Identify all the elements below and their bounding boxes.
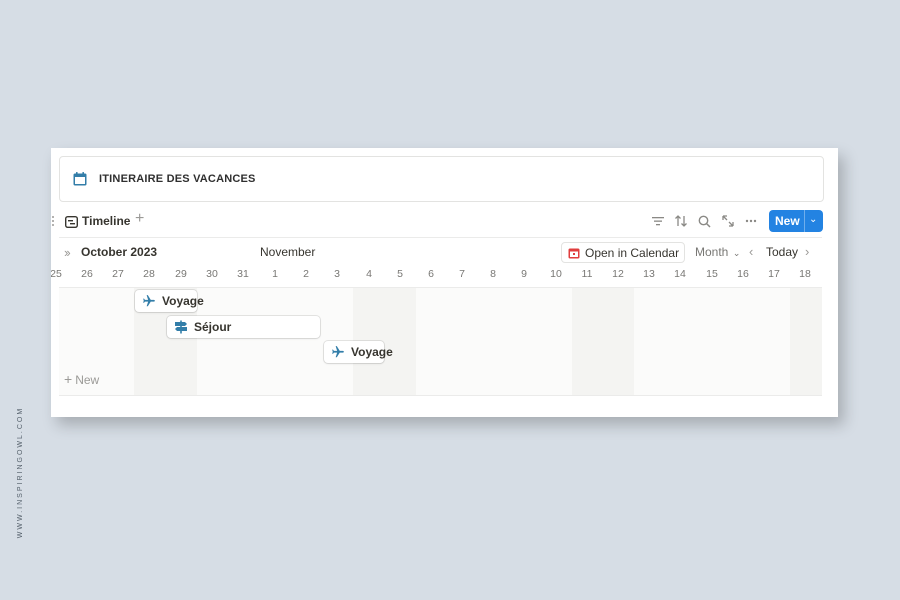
plus-icon: +	[64, 371, 73, 387]
day-label: 1	[272, 268, 278, 280]
calendar-icon	[72, 171, 88, 187]
add-view-button[interactable]: +	[135, 210, 144, 228]
day-label: 28	[143, 268, 155, 280]
day-label: 31	[237, 268, 249, 280]
new-button-label: New	[775, 214, 800, 228]
database-header: ITINERAIRE DES VACANCES	[59, 156, 824, 202]
search-icon[interactable]	[697, 214, 711, 228]
chevron-down-icon[interactable]: ⌄	[809, 214, 817, 225]
chevron-left-icon[interactable]: ‹	[749, 244, 753, 259]
new-button[interactable]: New ⌄	[769, 210, 823, 232]
month-label-october: October 2023	[81, 245, 158, 259]
toolbar-divider	[59, 237, 822, 238]
day-label: 18	[799, 268, 811, 280]
tab-timeline[interactable]: Timeline	[82, 214, 130, 228]
day-label: 7	[459, 268, 465, 280]
event-label: Voyage	[162, 294, 204, 308]
event-label: Séjour	[194, 320, 232, 334]
watermark-text: WWW.INSPIRINGOWL.COM	[17, 406, 25, 539]
day-label: 12	[612, 268, 624, 280]
filter-icon[interactable]	[651, 214, 665, 228]
timeline-header: ›› October 2023 November Open in Calenda…	[51, 242, 838, 263]
calendar-red-icon	[568, 247, 580, 259]
airplane-icon	[331, 345, 345, 359]
timeline-view-icon	[64, 215, 79, 229]
day-label: 3	[334, 268, 340, 280]
weekend-column	[790, 288, 822, 395]
day-label: 29	[175, 268, 187, 280]
sort-icon[interactable]	[674, 214, 688, 228]
day-label: 15	[706, 268, 718, 280]
zoom-select-value: Month	[695, 245, 729, 259]
day-label: 4	[366, 268, 372, 280]
day-label: 30	[206, 268, 218, 280]
day-label: 9	[521, 268, 527, 280]
day-ruler: 25 26 27 28 29 30 31 1 2 3 4 5 6 7 8 9 1…	[51, 266, 838, 284]
chevron-right-icon[interactable]: ›	[805, 244, 809, 259]
day-label: 17	[768, 268, 780, 280]
day-label: 16	[737, 268, 749, 280]
view-toolbar: Timeline + New ⌄	[51, 206, 838, 236]
chevron-down-icon: ⌄	[730, 248, 741, 258]
event-sejour[interactable]: Séjour	[167, 316, 320, 338]
notion-database-card: ITINERAIRE DES VACANCES Timeline + New ⌄	[51, 148, 838, 417]
open-in-calendar-button[interactable]: Open in Calendar	[561, 242, 685, 263]
day-label: 8	[490, 268, 496, 280]
zoom-select[interactable]: Month ⌄	[695, 245, 740, 259]
day-label: 25	[51, 268, 62, 280]
airplane-icon	[142, 294, 156, 308]
event-voyage-2[interactable]: Voyage	[324, 341, 393, 363]
weekend-column	[572, 288, 634, 395]
grid-bottom-border	[59, 395, 822, 396]
day-label: 10	[550, 268, 562, 280]
watermark: WWW.INSPIRINGOWL.COM	[14, 400, 28, 545]
signpost-icon	[174, 320, 188, 334]
more-options-icon[interactable]	[744, 214, 758, 228]
day-label: 26	[81, 268, 93, 280]
drag-handle-icon[interactable]	[51, 214, 55, 226]
day-label: 2	[303, 268, 309, 280]
new-row-button[interactable]: + New	[64, 371, 99, 387]
event-voyage-1[interactable]: Voyage	[135, 290, 204, 312]
day-label: 27	[112, 268, 124, 280]
database-title[interactable]: ITINERAIRE DES VACANCES	[99, 173, 256, 185]
new-button-separator	[804, 210, 805, 232]
double-chevron-right-icon[interactable]: ››	[64, 245, 71, 260]
expand-icon[interactable]	[721, 214, 735, 228]
new-row-label: New	[75, 373, 100, 387]
day-label: 6	[428, 268, 434, 280]
day-label: 14	[674, 268, 686, 280]
open-in-calendar-label: Open in Calendar	[585, 245, 680, 260]
today-button[interactable]: Today	[766, 245, 798, 259]
month-label-november: November	[260, 245, 316, 259]
day-label: 5	[397, 268, 403, 280]
day-label: 11	[581, 268, 593, 280]
day-label: 13	[643, 268, 655, 280]
event-label: Voyage	[351, 345, 393, 359]
